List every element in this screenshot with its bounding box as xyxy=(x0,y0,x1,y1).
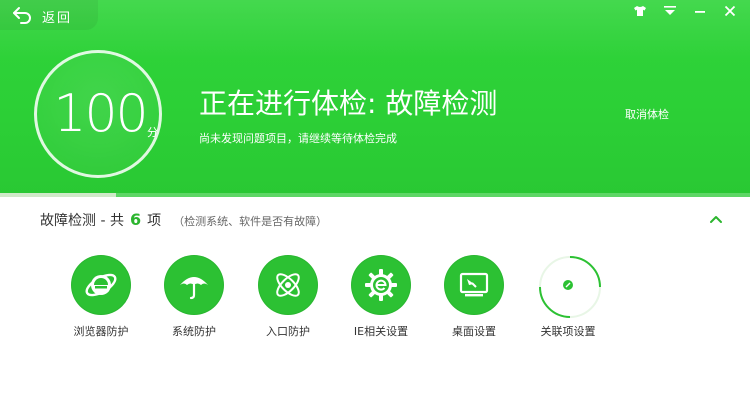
window-controls xyxy=(632,3,738,19)
close-icon[interactable] xyxy=(722,3,738,19)
atom-icon xyxy=(258,255,318,315)
check-item-label: 入口防护 xyxy=(266,325,310,338)
gear-e-icon xyxy=(351,255,411,315)
section-title: 故障检测 - 共 xyxy=(40,213,124,229)
scan-progress-fill xyxy=(0,193,117,197)
collapse-chevron-icon[interactable] xyxy=(706,212,726,228)
check-item-label: 系统防护 xyxy=(172,325,216,338)
check-item-label: 桌面设置 xyxy=(452,325,496,338)
scan-status-subtitle: 尚未发现问题项目，请继续等待体检完成 xyxy=(199,132,397,145)
section-header: 故障检测 - 共 6 项 （检测系统、软件是否有故障） xyxy=(40,210,327,230)
app-window: 返回 100 分 正在进行体检: 故障检测 尚未发现问题项目，请继续等待体检完成… xyxy=(0,0,750,400)
back-label: 返回 xyxy=(42,11,73,26)
back-arrow-icon xyxy=(12,6,32,24)
check-item-browser-protection[interactable]: 浏览器防护 xyxy=(55,255,147,339)
minimize-icon[interactable] xyxy=(692,3,708,19)
check-item-ie-settings[interactable]: IE相关设置 xyxy=(335,255,427,339)
check-item-list: 浏览器防护 系统防护 入口防护 IE相关设置 桌面设置 关联项设置 xyxy=(0,255,750,355)
scan-progress-bar xyxy=(0,193,750,197)
check-item-label: IE相关设置 xyxy=(353,325,409,338)
check-item-association-settings[interactable]: 关联项设置 xyxy=(522,255,614,339)
check-item-label: 关联项设置 xyxy=(540,325,596,338)
section-count: 6 xyxy=(129,210,142,229)
desktop-icon xyxy=(444,255,504,315)
skin-icon[interactable] xyxy=(632,3,648,19)
menu-icon[interactable] xyxy=(662,3,678,19)
check-item-label: 浏览器防护 xyxy=(73,325,129,338)
link-icon xyxy=(561,278,575,292)
ie-icon xyxy=(71,255,131,315)
check-item-entry-protection[interactable]: 入口防护 xyxy=(242,255,334,339)
section-unit: 项 xyxy=(147,213,162,229)
section-description: （检测系统、软件是否有故障） xyxy=(173,215,328,228)
cancel-scan-button[interactable]: 取消体检 xyxy=(625,106,669,122)
check-item-desktop-settings[interactable]: 桌面设置 xyxy=(428,255,520,339)
score-unit: 分 xyxy=(147,126,158,139)
scan-status-title: 正在进行体检: 故障检测 xyxy=(199,87,498,120)
check-item-system-protection[interactable]: 系统防护 xyxy=(148,255,240,339)
score-value: 100 xyxy=(53,84,148,144)
umbrella-icon xyxy=(164,255,224,315)
scan-header: 返回 100 分 正在进行体检: 故障检测 尚未发现问题项目，请继续等待体检完成… xyxy=(0,0,750,197)
scanning-spinner xyxy=(538,255,601,318)
back-button[interactable]: 返回 xyxy=(0,0,98,30)
